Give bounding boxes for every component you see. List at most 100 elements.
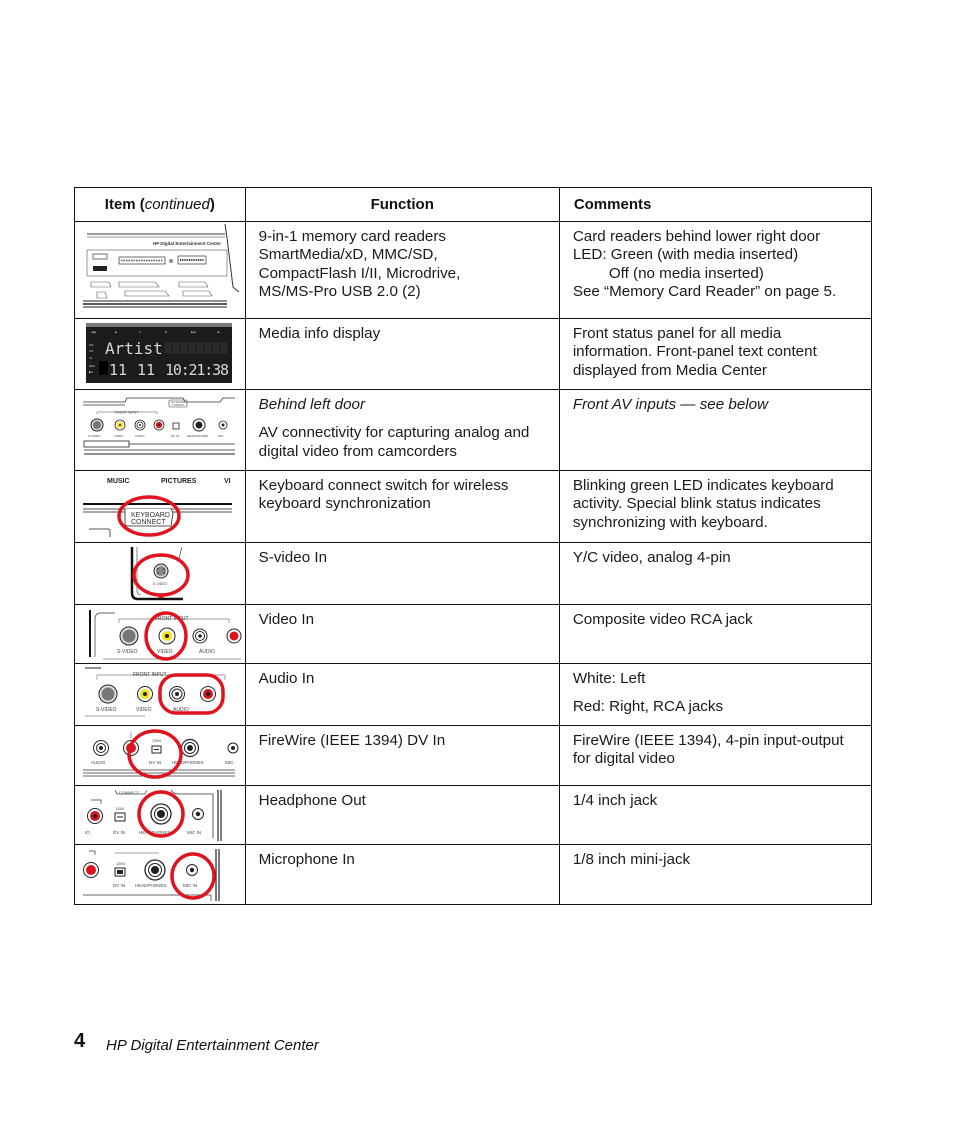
comments-cell: Front AV inputs — see below xyxy=(558,389,873,471)
svg-text:1394: 1394 xyxy=(152,738,162,743)
svg-text:VIDEO: VIDEO xyxy=(136,707,152,713)
comments-cell: White: Left Red: Right, RCA jacks xyxy=(558,663,873,726)
media-info-display-image: ◀◀ ▶ II ■ ▶▶I ⏏ Artist TallCDALREC▶II 11 11 1… xyxy=(86,323,232,383)
svg-text:CONNECT: CONNECT xyxy=(131,519,166,526)
item-image-cell: FRONT INPUT S-VIDEO VIDEO AUDIO xyxy=(74,604,246,664)
svg-text:HEADPHONES: HEADPHONES xyxy=(135,883,167,888)
comments-cell: Card readers behind lower right door LED… xyxy=(558,221,873,319)
svg-text:DV IN: DV IN xyxy=(113,883,125,888)
svg-text:DV IN: DV IN xyxy=(113,830,125,835)
header-comments: Comments xyxy=(558,187,873,222)
svg-text:■: ■ xyxy=(165,330,167,334)
table-row: HP Digital Entertainment Center 9-in-1 m… xyxy=(74,221,873,319)
audio-in-image: FRONT INPUT S-VIDEO VIDEO AUDIO xyxy=(85,667,226,717)
svg-text:MUSIC: MUSIC xyxy=(107,478,130,485)
item-image-cell: CONNECT 1394 IO DV IN HEADPHONES MIC IN xyxy=(74,785,246,845)
table-row: S-VIDEO S-video In Y/C video, analog 4-p… xyxy=(74,542,873,605)
svg-text:FRONT INPUT: FRONT INPUT xyxy=(133,672,167,678)
svg-text:HEADPHONES: HEADPHONES xyxy=(187,434,208,438)
video-in-image: FRONT INPUT S-VIDEO VIDEO AUDIO xyxy=(89,610,242,661)
svg-text:II: II xyxy=(139,330,141,334)
keyboard-connect-image: MUSIC PICTURES VI KEYBOARD CONNECT xyxy=(83,478,232,537)
svg-text:MIC: MIC xyxy=(225,760,234,765)
header-function: Function xyxy=(244,187,560,222)
function-cell: Video In xyxy=(244,604,560,664)
svg-text:1394: 1394 xyxy=(116,861,126,866)
svg-text:REC: REC xyxy=(89,364,96,368)
item-image-cell: MUSIC PICTURES VI KEYBOARD CONNECT xyxy=(74,470,246,543)
comments-cell: Composite video RCA jack xyxy=(558,604,873,664)
page-number: 4 xyxy=(74,1030,86,1052)
item-image-cell: 1394 AUDIO DV IN HEADPHONES MIC xyxy=(74,725,246,786)
svg-text:◀◀: ◀◀ xyxy=(91,330,96,334)
svg-text:FRONT INPUT: FRONT INPUT xyxy=(115,411,139,415)
memory-card-reader-image: HP Digital Entertainment Center xyxy=(83,223,240,308)
comments-cell: 1/8 inch mini-jack xyxy=(558,844,873,905)
microphone-in-image: 1394 DV IN HEADPHONES MIC IN xyxy=(83,849,220,901)
s-video-image: S-VIDEO xyxy=(130,546,190,601)
feature-table: Item (continued) Function Comments HP Di… xyxy=(74,187,873,905)
svg-text:S-VIDEO: S-VIDEO xyxy=(153,582,168,586)
display-artist-text: Artist xyxy=(105,339,163,358)
function-cell: Microphone In xyxy=(244,844,560,905)
comments-cell: FireWire (IEEE 1394), 4-pin input-output… xyxy=(558,725,873,786)
svg-text:S-VIDEO: S-VIDEO xyxy=(117,649,138,655)
comments-cell: Blinking green LED indicates keyboard ac… xyxy=(558,470,873,543)
svg-text:IO: IO xyxy=(85,830,90,835)
item-image-cell: HP Digital Entertainment Center xyxy=(74,221,246,319)
svg-text:MIC: MIC xyxy=(218,434,224,438)
table-row: 1394 AUDIO DV IN HEADPHONES MIC FireWire (I… xyxy=(74,725,873,786)
svg-text:MIC IN: MIC IN xyxy=(187,830,201,835)
table-row: KEYBOARD CONNECT FRONT INPUT S-VIDEO VIDE… xyxy=(74,389,873,471)
svg-text:VIDEO: VIDEO xyxy=(157,649,173,655)
svg-text:Tall: Tall xyxy=(89,343,94,347)
svg-text:▶▶I: ▶▶I xyxy=(191,330,197,334)
comments-cell: Front status panel for all media informa… xyxy=(558,318,873,390)
svg-text:MIC IN: MIC IN xyxy=(183,883,197,888)
svg-text:▶II: ▶II xyxy=(89,370,93,374)
function-cell: Headphone Out xyxy=(244,785,560,845)
function-cell: Behind left door AV connectivity for cap… xyxy=(244,389,560,471)
header-item-continued: continued xyxy=(144,196,210,213)
svg-text:CONNECT: CONNECT xyxy=(172,404,185,407)
svg-text:S-VIDEO: S-VIDEO xyxy=(88,434,101,438)
table-row: MUSIC PICTURES VI KEYBOARD CONNECT Keybo… xyxy=(74,470,873,543)
svg-text:11: 11 xyxy=(109,361,127,379)
header-item: Item (continued) xyxy=(74,187,246,222)
svg-text:DV IN: DV IN xyxy=(149,760,161,765)
table-header-row: Item (continued) Function Comments xyxy=(74,187,873,222)
table-row: CONNECT 1394 IO DV IN HEADPHONES MIC IN Hea… xyxy=(74,785,873,845)
svg-text:AUDIO: AUDIO xyxy=(199,649,215,655)
svg-text:HP Digital Entertainment Cente: HP Digital Entertainment Center xyxy=(153,241,221,246)
highlight-circle xyxy=(170,852,216,900)
svg-text:FRONT INPUT: FRONT INPUT xyxy=(155,616,189,622)
table-row: FRONT INPUT S-VIDEO VIDEO AUDIO Audio In W… xyxy=(74,663,873,726)
svg-text:DV IN: DV IN xyxy=(171,434,179,438)
comments-cell: Y/C video, analog 4-pin xyxy=(558,542,873,605)
comments-cell: 1/4 inch jack xyxy=(558,785,873,845)
headphone-out-image: CONNECT 1394 IO DV IN HEADPHONES MIC IN xyxy=(85,789,222,841)
item-image-cell: S-VIDEO xyxy=(74,542,246,605)
function-cell: S-video In xyxy=(244,542,560,605)
svg-text:AUDIO: AUDIO xyxy=(91,760,106,765)
function-cell: Media info display xyxy=(244,318,560,390)
table-row: 1394 DV IN HEADPHONES MIC IN Microphone In… xyxy=(74,844,873,905)
function-cell: FireWire (IEEE 1394) DV In xyxy=(244,725,560,786)
item-image-cell: FRONT INPUT S-VIDEO VIDEO AUDIO xyxy=(74,663,246,726)
svg-text:CONNECT: CONNECT xyxy=(119,790,139,795)
svg-text:S-VIDEO: S-VIDEO xyxy=(96,707,117,713)
svg-text:11: 11 xyxy=(137,361,155,379)
function-cell: Keyboard connect switch for wireless key… xyxy=(244,470,560,543)
svg-text:PICTURES: PICTURES xyxy=(161,478,197,485)
firewire-image: 1394 AUDIO DV IN HEADPHONES MIC xyxy=(83,729,239,779)
footer-title: HP Digital Entertainment Center xyxy=(106,1037,319,1054)
svg-text:AL: AL xyxy=(89,356,93,360)
table-row: ◀◀ ▶ II ■ ▶▶I ⏏ Artist Tall CD AL REC ▶II 11 11 1… xyxy=(74,318,873,390)
item-image-cell: KEYBOARD CONNECT FRONT INPUT S-VIDEO VIDE… xyxy=(74,389,246,471)
svg-text:AUDIO: AUDIO xyxy=(135,434,145,438)
svg-text:VIDEO: VIDEO xyxy=(114,434,124,438)
svg-text:KEYBOARD: KEYBOARD xyxy=(131,512,170,519)
svg-text:1394: 1394 xyxy=(115,806,125,811)
function-cell: 9-in-1 memory card readers SmartMedia/xD… xyxy=(244,221,560,319)
item-image-cell: ◀◀ ▶ II ■ ▶▶I ⏏ Artist Tall CD AL REC ▶II 11 11 1… xyxy=(74,318,246,390)
